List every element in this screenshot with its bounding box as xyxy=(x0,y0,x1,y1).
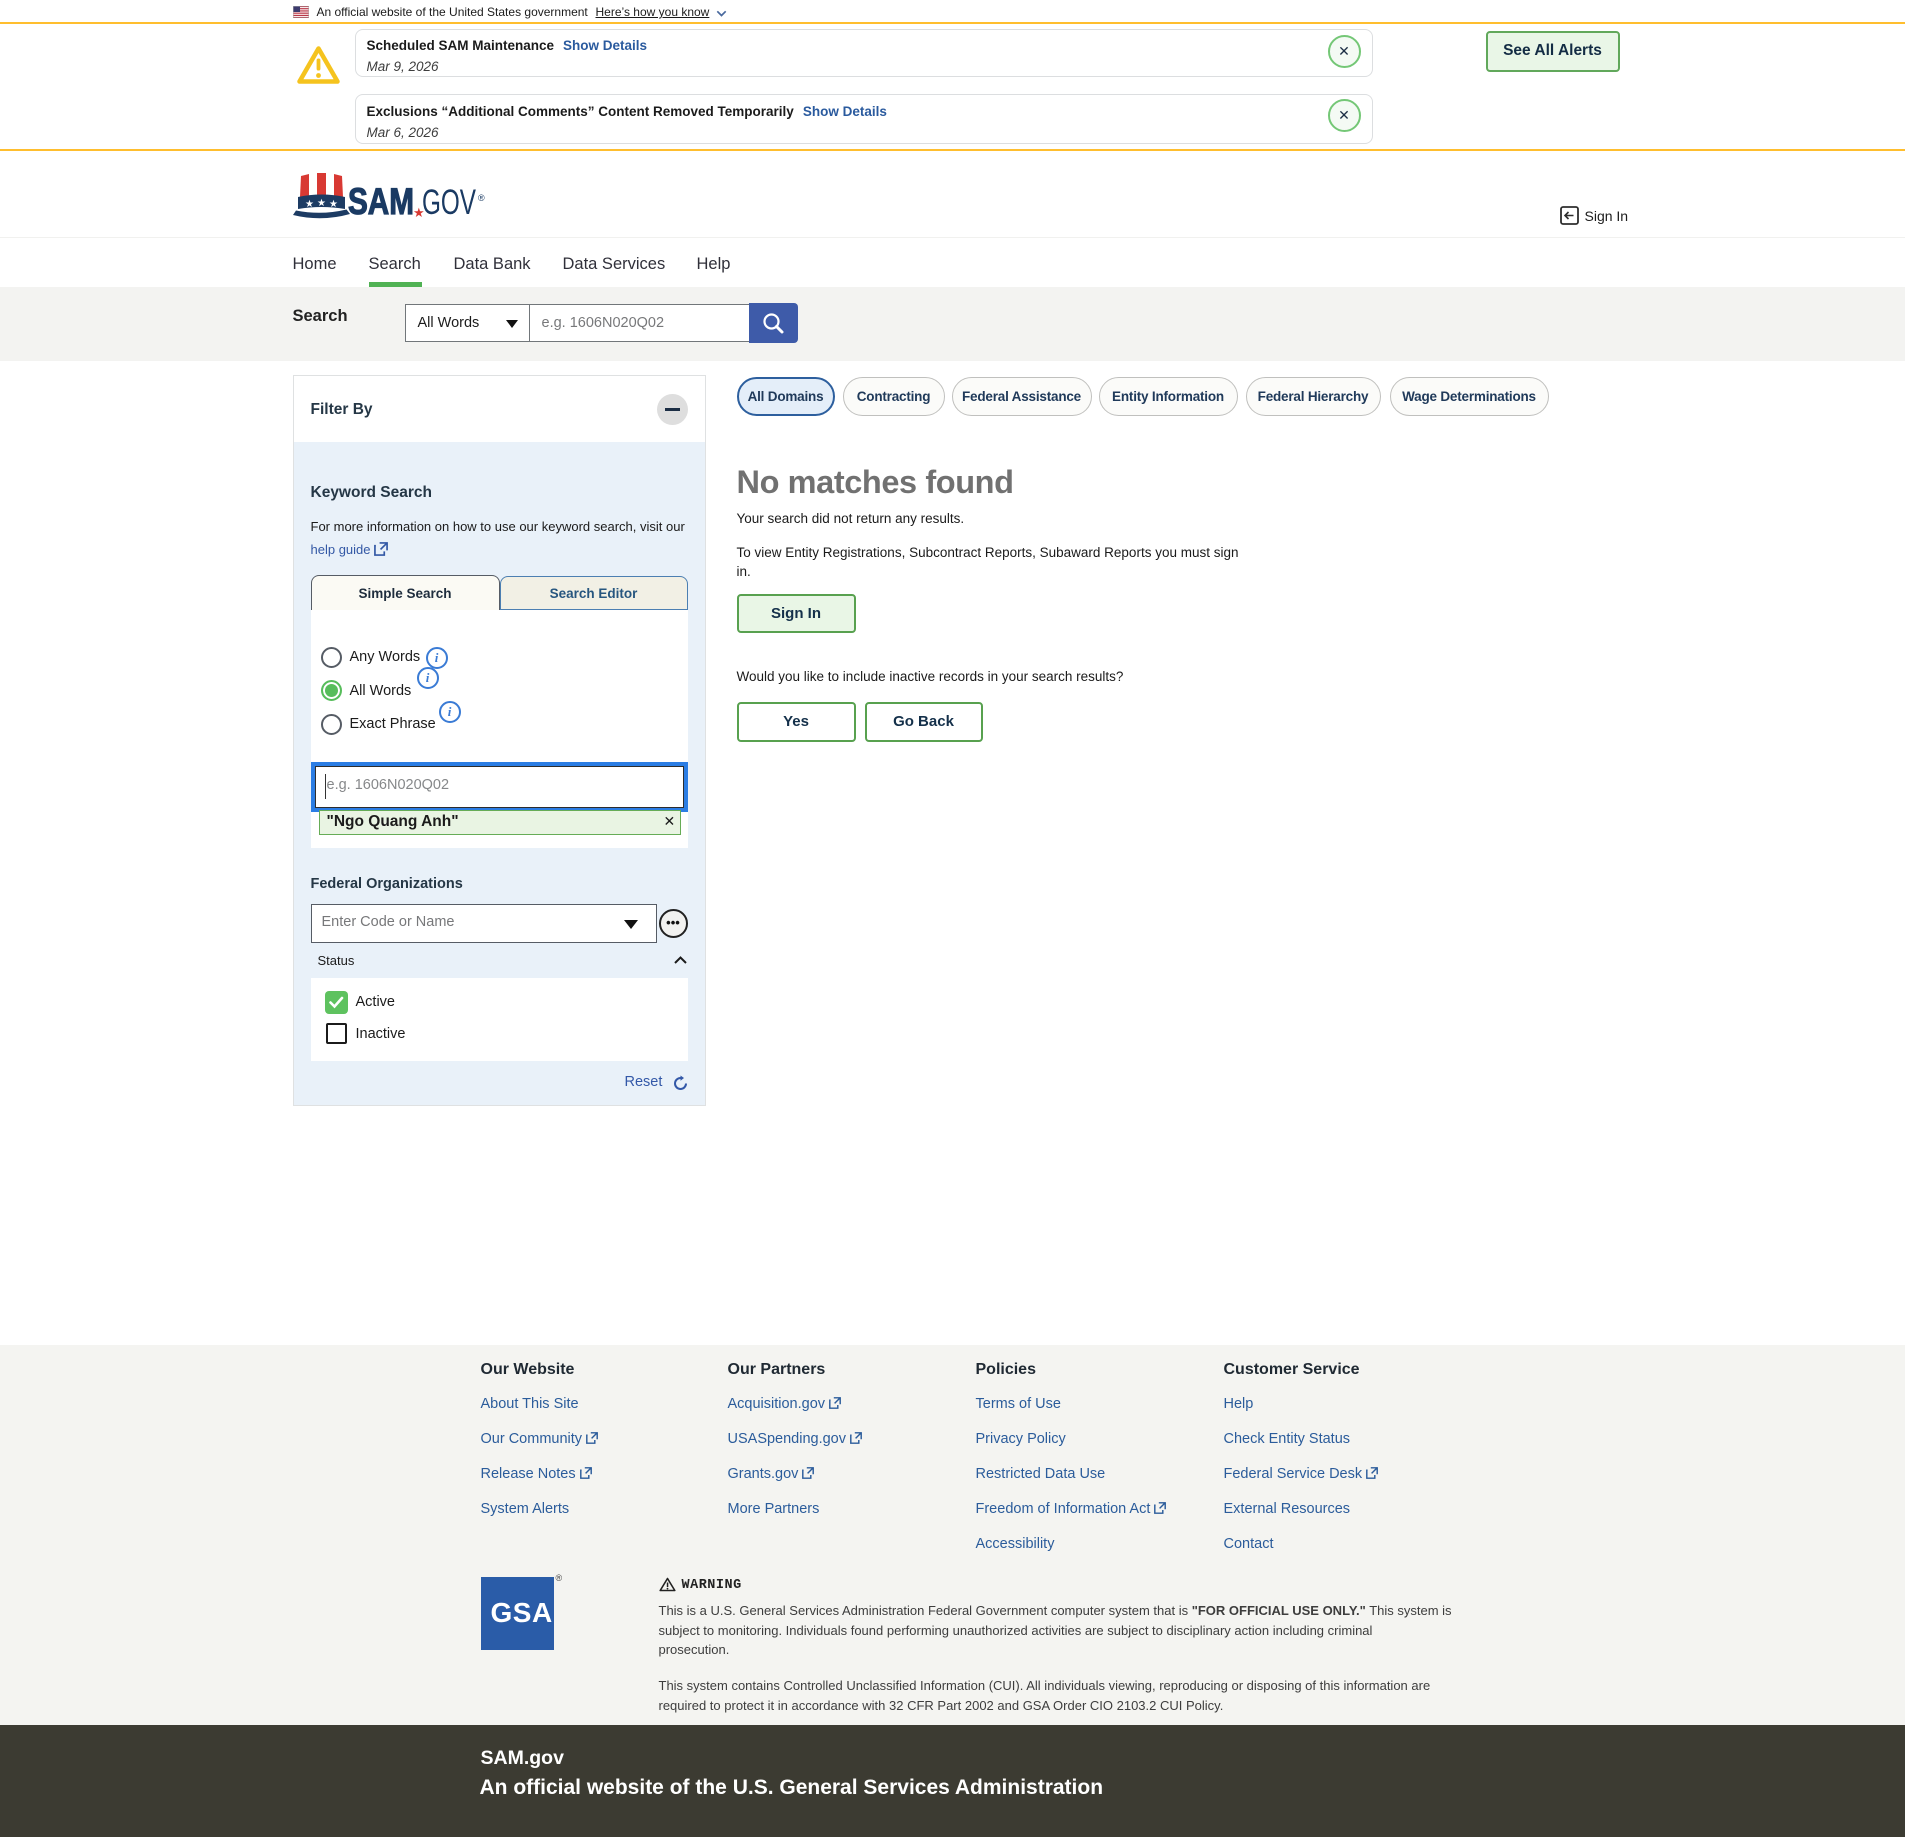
svg-text:★: ★ xyxy=(329,199,338,210)
svg-text:GOV: GOV xyxy=(422,183,476,220)
svg-text:★: ★ xyxy=(317,198,326,209)
svg-text:®: ® xyxy=(478,193,485,203)
svg-text:★: ★ xyxy=(305,199,314,210)
svg-text:SAM: SAM xyxy=(348,181,414,220)
